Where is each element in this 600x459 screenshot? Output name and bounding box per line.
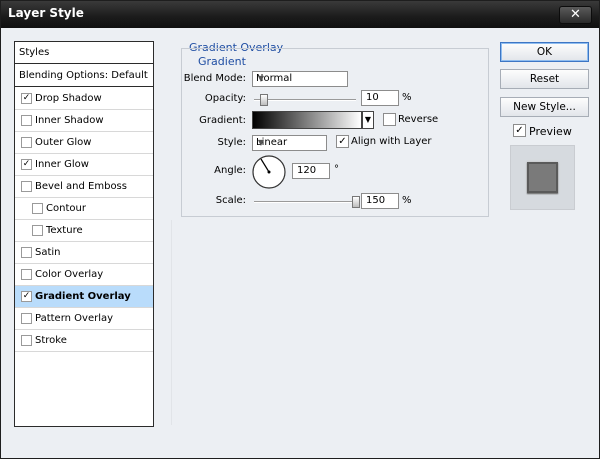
style-item-label: Contour: [46, 203, 86, 214]
style-item-label: Color Overlay: [35, 269, 104, 280]
style-item-pattern-overlay[interactable]: Pattern Overlay: [15, 308, 153, 330]
style-item-inner-shadow[interactable]: Inner Shadow: [15, 110, 153, 132]
style-item-label: Outer Glow: [35, 137, 92, 148]
new-style-button[interactable]: New Style...: [500, 97, 589, 117]
style-item-label: Bevel and Emboss: [35, 181, 127, 192]
scale-unit: %: [402, 195, 412, 206]
style-item-outer-glow[interactable]: Outer Glow: [15, 132, 153, 154]
blending-options-item[interactable]: Blending Options: Default: [15, 65, 153, 87]
opacity-input[interactable]: 10: [361, 90, 399, 106]
style-label: Style:: [217, 137, 247, 148]
blend-mode-label: Blend Mode:: [183, 73, 246, 84]
scale-input-value: 150: [366, 195, 386, 206]
style-item-checkbox[interactable]: [21, 247, 32, 258]
opacity-label: Opacity:: [204, 93, 246, 104]
style-item-checkbox[interactable]: ✓: [21, 93, 32, 104]
new-style-button-label: New Style...: [513, 101, 576, 113]
angle-input[interactable]: 120: [292, 163, 330, 179]
title-bar[interactable]: Layer Style ✕: [1, 1, 599, 28]
blend-mode-select[interactable]: Normal ▼: [252, 71, 348, 87]
align-with-layer-checkbox[interactable]: ✓: [336, 135, 349, 148]
layer-style-dialog: Layer Style ✕ Styles Blending Options: D…: [0, 0, 600, 459]
settings-area-filler: [171, 220, 497, 425]
align-with-layer-label: Align with Layer: [351, 136, 432, 147]
style-item-checkbox[interactable]: [32, 225, 43, 236]
style-item-satin[interactable]: Satin: [15, 242, 153, 264]
style-item-checkbox[interactable]: ✓: [21, 291, 32, 302]
opacity-slider-thumb[interactable]: [260, 94, 269, 106]
style-item-label: Drop Shadow: [35, 93, 102, 104]
ok-button-label: OK: [536, 46, 553, 58]
preview-checkbox[interactable]: ✓: [513, 124, 526, 137]
style-item-label: Gradient Overlay: [35, 291, 131, 302]
style-item-contour[interactable]: Contour: [15, 198, 153, 220]
chevron-down-icon: ▼: [257, 74, 265, 83]
styles-header-item[interactable]: Styles: [15, 42, 153, 64]
close-icon: ✕: [570, 7, 581, 22]
style-item-checkbox[interactable]: [21, 269, 32, 280]
group-title: Gradient: [196, 55, 248, 68]
gradient-dropdown-button[interactable]: ▼: [362, 111, 374, 129]
scale-input[interactable]: 150: [361, 193, 399, 209]
style-item-label: Stroke: [35, 335, 67, 346]
ok-button[interactable]: OK: [500, 42, 589, 62]
opacity-input-value: 10: [366, 92, 379, 103]
style-item-checkbox[interactable]: [32, 203, 43, 214]
style-preview: [510, 145, 575, 210]
gradient-label: Gradient:: [199, 115, 246, 126]
angle-unit: °: [334, 164, 339, 175]
style-item-label: Satin: [35, 247, 61, 258]
scale-label: Scale:: [215, 195, 246, 206]
blending-options-label: Blending Options: Default: [19, 70, 148, 81]
reverse-checkbox[interactable]: [383, 113, 396, 126]
close-button[interactable]: ✕: [559, 6, 592, 24]
style-item-checkbox[interactable]: [21, 313, 32, 324]
style-item-gradient-overlay[interactable]: ✓ Gradient Overlay: [15, 286, 153, 308]
angle-input-value: 120: [297, 165, 317, 176]
reset-button-label: Reset: [529, 73, 560, 85]
style-item-label: Inner Shadow: [35, 115, 104, 126]
styles-list: Styles Blending Options: Default ✓ Drop S…: [14, 41, 154, 427]
angle-label: Angle:: [214, 165, 246, 176]
style-item-label: Pattern Overlay: [35, 313, 114, 324]
preview-label: Preview: [529, 125, 572, 138]
style-item-bevel-and-emboss[interactable]: Bevel and Emboss: [15, 176, 153, 198]
reset-button[interactable]: Reset: [500, 69, 589, 89]
scale-slider[interactable]: [254, 201, 356, 203]
reverse-label: Reverse: [398, 114, 439, 125]
gradient-picker[interactable]: [252, 111, 362, 129]
chevron-down-icon: ▼: [364, 115, 372, 124]
dialog-title: Layer Style: [8, 6, 84, 20]
style-item-checkbox[interactable]: ✓: [21, 159, 32, 170]
scale-slider-thumb[interactable]: [352, 196, 360, 208]
angle-dial[interactable]: [251, 154, 287, 190]
style-item-checkbox[interactable]: [21, 181, 32, 192]
opacity-unit: %: [402, 92, 412, 103]
opacity-slider[interactable]: [254, 99, 356, 101]
style-item-stroke[interactable]: Stroke: [15, 330, 153, 352]
chevron-down-icon: ▼: [257, 138, 265, 147]
style-select[interactable]: Linear ▼: [252, 135, 327, 151]
style-item-inner-glow[interactable]: ✓ Inner Glow: [15, 154, 153, 176]
style-item-texture[interactable]: Texture: [15, 220, 153, 242]
style-item-label: Inner Glow: [35, 159, 89, 170]
style-item-label: Texture: [46, 225, 83, 236]
styles-header-label: Styles: [19, 47, 50, 58]
style-item-drop-shadow[interactable]: ✓ Drop Shadow: [15, 88, 153, 110]
style-item-checkbox[interactable]: [21, 335, 32, 346]
style-item-color-overlay[interactable]: Color Overlay: [15, 264, 153, 286]
style-item-checkbox[interactable]: [21, 137, 32, 148]
style-item-checkbox[interactable]: [21, 115, 32, 126]
preview-swatch: [527, 162, 558, 193]
